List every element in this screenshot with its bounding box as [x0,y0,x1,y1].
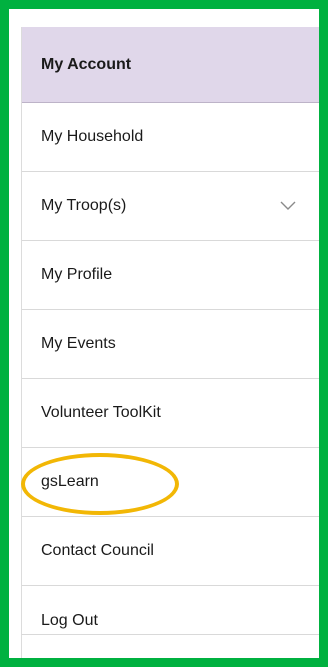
menu-item-my-troops[interactable]: My Troop(s) [22,172,319,241]
menu-item-label: My Profile [41,266,113,283]
menu-item-label: My Household [41,128,144,145]
menu-item-label: My Events [41,335,116,352]
menu-item-label: Volunteer ToolKit [41,404,161,421]
menu-item-label: My Account [41,55,132,73]
menu-item-label: Log Out [41,611,98,629]
menu-item-my-household[interactable]: My Household [22,103,319,172]
menu-item-my-profile[interactable]: My Profile [22,241,319,310]
account-menu: My Account My Household My Troop(s) My P… [21,27,319,655]
menu-item-my-account[interactable]: My Account [22,27,319,103]
menu-item-contact-council[interactable]: Contact Council [22,517,319,586]
menu-item-gslearn[interactable]: gsLearn [22,448,319,517]
menu-item-label: gsLearn [41,473,99,490]
highlight-frame: My Account My Household My Troop(s) My P… [0,0,328,667]
menu-item-volunteer-toolkit[interactable]: Volunteer ToolKit [22,379,319,448]
menu-item-label: My Troop(s) [41,197,127,214]
chevron-down-icon[interactable] [280,201,296,211]
menu-item-label: Contact Council [41,542,154,559]
menu-bottom-strip [21,634,319,658]
menu-item-my-events[interactable]: My Events [22,310,319,379]
